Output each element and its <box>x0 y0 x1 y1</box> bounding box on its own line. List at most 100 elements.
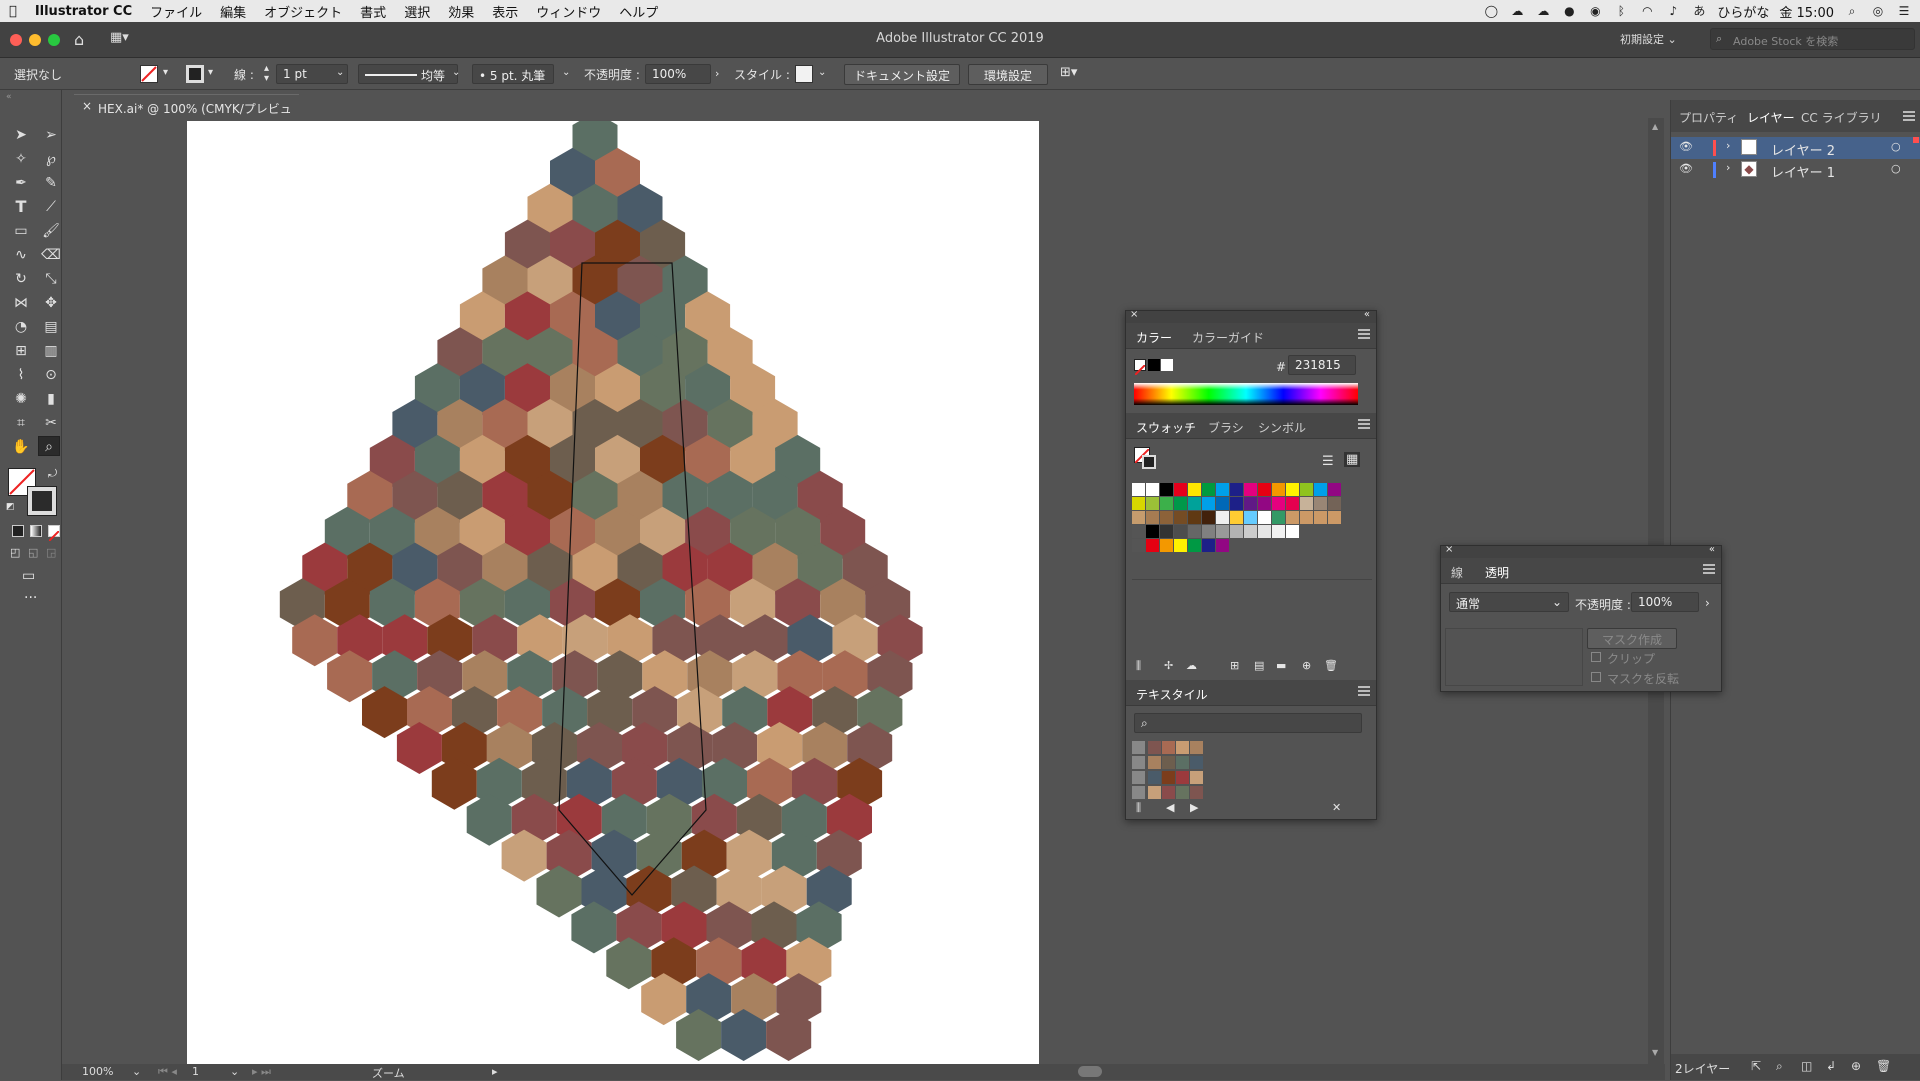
document-setup-button[interactable]: ドキュメント設定 <box>844 64 960 85</box>
textile-swatch-chip[interactable] <box>1176 771 1189 784</box>
tab-swatches[interactable]: スウォッチ <box>1136 419 1196 436</box>
black-color-chip[interactable] <box>1148 359 1160 371</box>
siri-icon[interactable]: ◎ <box>1870 4 1886 18</box>
blend-mode-select[interactable]: 通常 ⌄ <box>1449 592 1569 612</box>
swatch-chip[interactable] <box>1314 483 1327 496</box>
input-method-label[interactable]: ひらがな <box>1717 2 1769 21</box>
textile-swatch-chip[interactable] <box>1190 786 1203 799</box>
previous-icon[interactable]: ◀ <box>1166 801 1174 814</box>
pen-tool-icon[interactable]: ✒ <box>10 173 32 193</box>
artboard-number[interactable]: 1 <box>192 1065 199 1078</box>
swatch-chip[interactable] <box>1188 497 1201 510</box>
swatch-chip[interactable] <box>1132 525 1145 538</box>
swatch-chip[interactable] <box>1202 525 1215 538</box>
swatch-chip[interactable] <box>1146 539 1159 552</box>
layer-row-1[interactable]: 👁 › ◆ レイヤー 1 ○ <box>1671 159 1920 181</box>
slice-tool-icon[interactable]: ✂ <box>40 413 62 433</box>
swatch-chip[interactable] <box>1202 497 1215 510</box>
new-color-group-icon[interactable]: ▬ <box>1276 659 1286 672</box>
menu-help[interactable]: ヘルプ <box>610 2 667 21</box>
symbol-sprayer-tool-icon[interactable]: ✺ <box>10 389 32 409</box>
swatch-chip[interactable] <box>1328 497 1341 510</box>
menu-effect[interactable]: 効果 <box>439 2 483 21</box>
swatch-options-icon[interactable]: ▤ <box>1254 659 1264 672</box>
stroke-swatch[interactable] <box>186 65 204 83</box>
line-segment-tool-icon[interactable]: ⟋ <box>40 197 62 217</box>
swatch-chip[interactable] <box>1146 511 1159 524</box>
textile-swatch-chip[interactable] <box>1162 786 1175 799</box>
cloud-upload-icon[interactable]: ☁ <box>1535 4 1551 18</box>
color-panel-menu-icon[interactable] <box>1358 329 1370 339</box>
scroll-up-icon[interactable]: ▲ <box>1652 122 1658 131</box>
swatch-chip[interactable] <box>1258 525 1271 538</box>
tab-properties[interactable]: プロパティ <box>1679 109 1738 126</box>
swatch-chip[interactable] <box>1188 483 1201 496</box>
textile-tools-icon[interactable]: ✕ <box>1332 801 1341 814</box>
swatch-chip[interactable] <box>1258 483 1271 496</box>
expand-layer-icon[interactable]: › <box>1726 161 1730 174</box>
opacity-arrow-icon[interactable]: › <box>715 67 719 80</box>
swatch-chip[interactable] <box>1230 483 1243 496</box>
opacity-slider-icon[interactable]: › <box>1705 596 1710 610</box>
tab-color-guide[interactable]: カラーガイド <box>1192 329 1264 346</box>
swatch-chip[interactable] <box>1230 525 1243 538</box>
new-layer-icon[interactable]: ⊕ <box>1851 1059 1861 1073</box>
brush-dropdown-icon[interactable]: ⌄ <box>562 67 570 78</box>
swatch-chip[interactable] <box>1216 497 1229 510</box>
textile-swatch-chip[interactable] <box>1148 741 1161 754</box>
swatch-chip[interactable] <box>1160 497 1173 510</box>
control-center-icon[interactable]: ☰ <box>1896 4 1912 18</box>
screen-record-icon[interactable]: ◉ <box>1587 4 1603 18</box>
hex-input[interactable]: 231815 <box>1288 355 1356 375</box>
scale-tool-icon[interactable]: ⤡ <box>40 269 62 289</box>
screen-mode-icon[interactable]: ▭ <box>22 568 35 584</box>
layer-name[interactable]: レイヤー 2 <box>1771 140 1835 159</box>
clipping-mask-icon[interactable]: ◫ <box>1801 1059 1812 1073</box>
bluetooth-icon[interactable]: ᛒ <box>1613 4 1629 18</box>
color-spectrum[interactable] <box>1134 383 1358 405</box>
swatch-chip[interactable] <box>1244 497 1257 510</box>
layer-target-icon[interactable]: ○ <box>1891 162 1901 175</box>
shape-builder-tool-icon[interactable]: ◔ <box>10 317 32 337</box>
artboard-tool-icon[interactable]: ⌗ <box>10 413 32 433</box>
swatch-chip[interactable] <box>1146 525 1159 538</box>
curvature-tool-icon[interactable]: ✎ <box>40 173 62 193</box>
zoom-level[interactable]: 100% <box>82 1065 113 1078</box>
magic-wand-tool-icon[interactable]: ✧ <box>10 149 32 169</box>
tab-cc-libraries[interactable]: CC ライブラリ <box>1801 109 1882 126</box>
workspace-switcher[interactable]: 初期設定 ⌄ <box>1620 31 1677 47</box>
menu-object[interactable]: オブジェクト <box>255 2 351 21</box>
puppet-warp-tool-icon[interactable]: ✥ <box>40 293 62 313</box>
swatch-chip[interactable] <box>1188 511 1201 524</box>
creative-cloud-icon[interactable]: ☁ <box>1509 4 1525 18</box>
horizontal-scroll-thumb[interactable] <box>1078 1066 1102 1077</box>
rectangle-tool-icon[interactable]: ▭ <box>10 221 32 241</box>
input-method-icon[interactable]: あ <box>1691 4 1707 18</box>
swatch-chip[interactable] <box>1216 483 1229 496</box>
swatch-chip[interactable] <box>1202 483 1215 496</box>
preferences-button[interactable]: 環境設定 <box>968 64 1048 85</box>
list-view-icon[interactable]: ☰ <box>1322 454 1334 469</box>
swatch-chip[interactable] <box>1286 497 1299 510</box>
swatch-chip[interactable] <box>1314 497 1327 510</box>
stroke-dropdown-icon[interactable]: ▾ <box>208 67 213 78</box>
column-graph-tool-icon[interactable]: ▮ <box>40 389 62 409</box>
swatch-chip[interactable] <box>1328 511 1341 524</box>
collapse-panel-icon[interactable]: « <box>1709 544 1715 555</box>
menu-type[interactable]: 書式 <box>351 2 395 21</box>
layer-target-icon[interactable]: ○ <box>1891 140 1901 153</box>
swatch-chip[interactable] <box>1174 525 1187 538</box>
align-options-icon[interactable]: ⊞▾ <box>1060 65 1077 80</box>
visibility-eye-icon[interactable]: 👁 <box>1679 140 1693 153</box>
menu-select[interactable]: 選択 <box>395 2 439 21</box>
new-swatch-icon[interactable]: ⊕ <box>1302 659 1311 672</box>
default-fill-stroke-icon[interactable]: ◩ <box>6 502 15 512</box>
visibility-eye-icon[interactable]: 👁 <box>1679 162 1693 175</box>
swatch-chip[interactable] <box>1146 497 1159 510</box>
make-mask-button[interactable]: マスク作成 <box>1587 628 1677 649</box>
swatch-chip[interactable] <box>1300 511 1313 524</box>
tab-symbols[interactable]: シンボル <box>1258 419 1306 436</box>
swatch-chip[interactable] <box>1132 539 1145 552</box>
delete-layer-icon[interactable]: 🗑 <box>1876 1059 1891 1073</box>
menu-window[interactable]: ウィンドウ <box>527 2 610 21</box>
